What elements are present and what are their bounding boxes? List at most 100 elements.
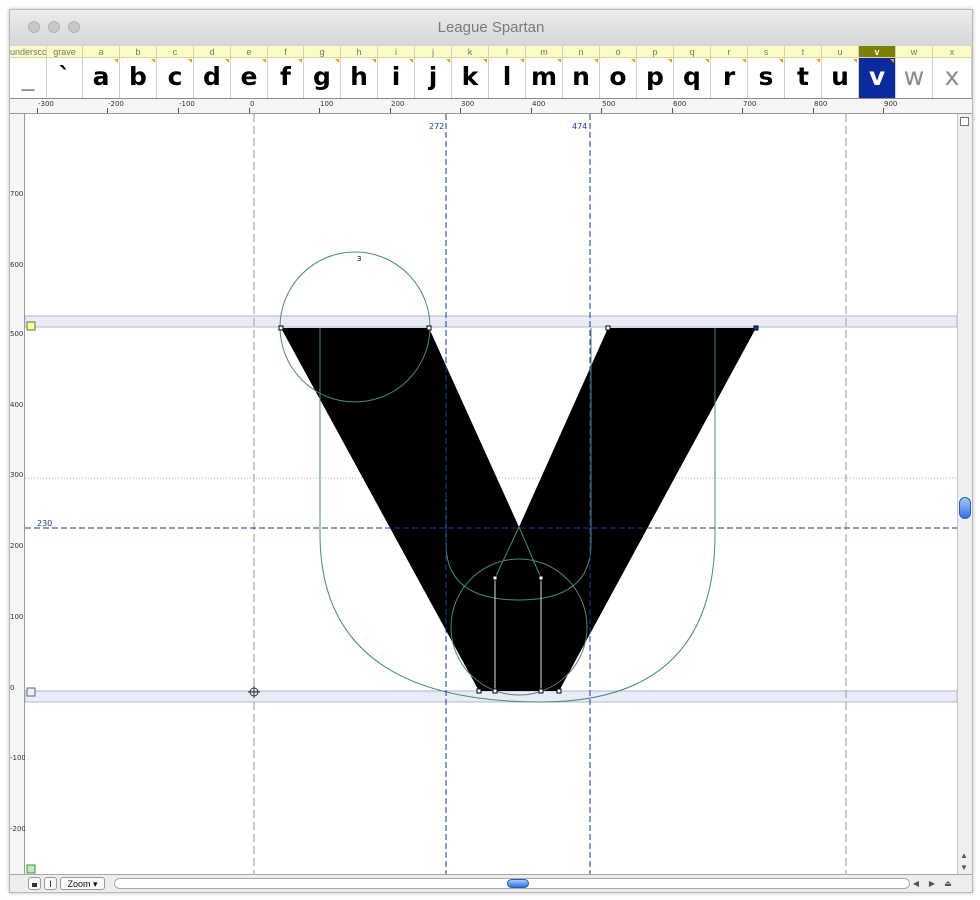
glyph-cell-name: a [83, 46, 119, 58]
lock-button[interactable] [28, 877, 41, 890]
glyph-cell-name: j [415, 46, 451, 58]
glyph-cell-m[interactable]: mm [526, 46, 563, 98]
hruler-tick [390, 108, 391, 113]
zoom-menu[interactable]: Zoom ▾ [60, 877, 105, 890]
glyph-cell-name: x [933, 46, 971, 58]
glyph-modified-marker [262, 59, 266, 63]
glyph-canvas-svg[interactable]: 272 474 230 1 2 3 [25, 114, 957, 874]
hruler-tick [37, 108, 38, 113]
glyph-cell-name: d [194, 46, 230, 58]
cursor-tool-button[interactable]: I [44, 877, 57, 890]
baseline-band [25, 690, 957, 703]
horizontal-scroll-thumb[interactable] [507, 879, 529, 888]
glyph-cell-p[interactable]: pp [637, 46, 674, 98]
glyph-cell-o[interactable]: oo [600, 46, 637, 98]
point-bottom-left[interactable] [476, 688, 482, 694]
descender-marker-icon[interactable] [26, 864, 36, 874]
glyph-cell-underscore[interactable]: underscore _ [10, 46, 47, 98]
baseline-marker-icon[interactable] [26, 687, 36, 697]
scroll-left-arrow-icon[interactable]: ◀ [910, 878, 922, 890]
glyph-cell-name: underscore [10, 46, 46, 58]
glyph-cell-char: b [129, 62, 147, 91]
scroll-up-arrow-icon[interactable]: ▲ [960, 851, 968, 860]
glyph-cell-i[interactable]: ii [378, 46, 415, 98]
glyph-cell-r[interactable]: rr [711, 46, 748, 98]
glyph-strip: underscore_grave`aabbccddeeffgghhiijjkkl… [10, 46, 972, 99]
point-bottom-right[interactable] [556, 688, 562, 694]
handle-right[interactable] [538, 575, 544, 581]
glyph-cell-l[interactable]: ll [489, 46, 526, 98]
glyph-cell-h[interactable]: hh [341, 46, 378, 98]
glyph-cell-char: d [203, 62, 221, 91]
glyph-modified-marker [335, 59, 339, 63]
glyph-modified-marker [594, 59, 598, 63]
glyph-cell-name: m [526, 46, 562, 58]
glyph-cell-f[interactable]: ff [268, 46, 304, 98]
glyph-v-outline[interactable] [281, 328, 756, 691]
vruler-label: 600 [10, 261, 24, 269]
point-top-left[interactable] [278, 325, 284, 331]
point-top-inner-left[interactable] [426, 325, 432, 331]
vruler-label: -100 [10, 754, 26, 762]
glyph-cell-t[interactable]: tt [785, 46, 822, 98]
glyph-cell-grave[interactable]: grave ` [47, 46, 83, 98]
glyph-cell-j[interactable]: jj [415, 46, 452, 98]
glyph-cell-v[interactable]: vv [859, 46, 896, 98]
scroll-down-arrow-icon[interactable]: ▼ [960, 863, 968, 872]
hruler-label: -200 [108, 100, 124, 108]
x-height-band [25, 315, 957, 328]
glyph-cell-char: i [391, 62, 401, 91]
point-top-inner-right[interactable] [605, 325, 611, 331]
glyph-cell-s[interactable]: ss [748, 46, 785, 98]
glyph-cell-x[interactable]: xx [933, 46, 972, 98]
scroll-top-icon[interactable] [960, 117, 969, 126]
glyph-cell-c[interactable]: cc [157, 46, 194, 98]
glyph-edit-canvas[interactable]: 272 474 230 1 2 3 [25, 114, 957, 874]
glyph-cell-g[interactable]: gg [304, 46, 341, 98]
glyph-cell-name: grave [47, 46, 82, 58]
glyph-cell-char: k [461, 62, 479, 91]
scroll-right-arrow-icon[interactable]: ▶ [926, 878, 938, 890]
window-title: League Spartan [437, 19, 545, 36]
glyph-cell-char: t [797, 62, 809, 91]
glyph-cell-d[interactable]: dd [194, 46, 231, 98]
x-height-marker-icon[interactable] [26, 321, 36, 331]
vertical-scrollbar[interactable]: ▲ ▼ [957, 114, 972, 874]
glyph-cell-b[interactable]: bb [120, 46, 157, 98]
hruler-tick [672, 108, 673, 113]
hruler-label: 600 [673, 100, 687, 108]
guide-label-272: 272 [429, 122, 444, 131]
point-top-right[interactable] [753, 325, 759, 331]
vertical-scroll-thumb[interactable] [959, 497, 971, 519]
horizontal-ruler: -300 -200 -100 0 100 200 300 400 500 600 700 800 900 [10, 99, 972, 114]
glyph-cell-u[interactable]: uu [822, 46, 859, 98]
glyph-cell-char: f [280, 62, 291, 91]
glyph-cell-a[interactable]: aa [83, 46, 120, 98]
glyph-modified-marker [114, 59, 118, 63]
eject-icon[interactable]: ⏏ [942, 878, 954, 890]
glyph-cell-e[interactable]: ee [231, 46, 268, 98]
handle-left[interactable] [492, 575, 498, 581]
glyph-cell-k[interactable]: kk [452, 46, 489, 98]
hruler-tick [531, 108, 532, 113]
point-bottom-inner-left[interactable] [492, 688, 498, 694]
hruler-tick [107, 108, 108, 113]
horizontal-scrollbar[interactable] [114, 878, 910, 889]
vruler-label: 100 [10, 613, 24, 621]
glyph-cell-char: h [350, 62, 368, 91]
glyph-cell-name: h [341, 46, 377, 58]
glyph-cell-char: u [831, 62, 849, 91]
glyph-cell-name: r [711, 46, 747, 58]
glyph-cell-n[interactable]: nn [563, 46, 600, 98]
glyph-cell-w[interactable]: ww [896, 46, 933, 98]
vertical-ruler: 700 600 500 400 300 200 100 0 -100 -200 [10, 114, 26, 874]
glyph-cell-char: g [313, 62, 331, 91]
glyph-cell-name: u [822, 46, 858, 58]
hruler-tick [178, 108, 179, 113]
glyph-cell-char: o [609, 62, 627, 91]
glyph-cell-q[interactable]: qq [674, 46, 711, 98]
glyph-modified-marker [188, 59, 192, 63]
glyph-cell-name: f [268, 46, 303, 58]
point-bottom-inner-right[interactable] [538, 688, 544, 694]
glyph-cell-char: v [859, 58, 895, 98]
